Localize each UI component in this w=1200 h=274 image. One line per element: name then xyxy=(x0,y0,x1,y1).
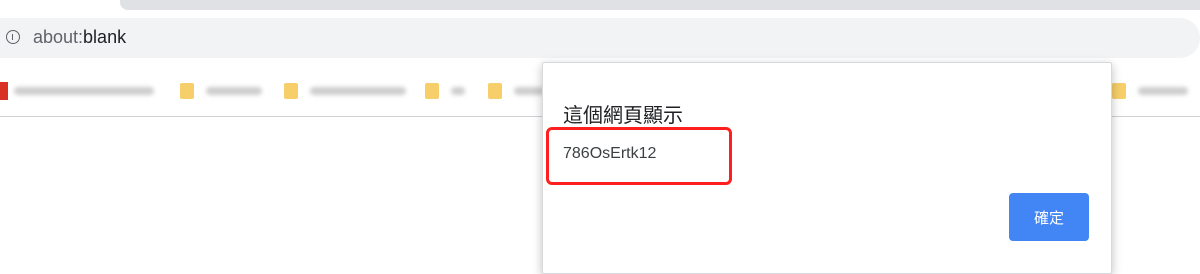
bookmark-label-blurred xyxy=(514,87,544,95)
bookmark-2[interactable] xyxy=(180,82,262,100)
folder-icon xyxy=(488,83,502,99)
alert-dialog: 這個網頁顯示 786OsErtk12 確定 xyxy=(542,62,1112,274)
dialog-message: 786OsErtk12 xyxy=(563,145,657,162)
url-scheme: about: xyxy=(33,27,84,47)
bookmark-favicon-icon xyxy=(0,82,8,100)
bookmark-label-blurred xyxy=(14,87,154,95)
bookmark-5[interactable] xyxy=(488,82,544,100)
bookmark-label-blurred xyxy=(1138,87,1188,95)
address-bar[interactable]: about:blank xyxy=(0,18,1200,58)
url-host: blank xyxy=(83,27,127,47)
folder-icon xyxy=(1112,83,1126,99)
info-icon[interactable] xyxy=(6,30,20,44)
dialog-title: 這個網頁顯示 xyxy=(563,103,683,127)
tab-background xyxy=(120,0,1200,10)
bookmark-1[interactable] xyxy=(0,82,154,100)
ok-button[interactable]: 確定 xyxy=(1009,193,1089,241)
bookmark-label-blurred xyxy=(206,87,262,95)
bookmark-4[interactable] xyxy=(425,82,465,100)
folder-icon xyxy=(425,83,439,99)
folder-icon xyxy=(284,83,298,99)
bookmark-6[interactable] xyxy=(1112,82,1188,100)
bookmark-label-blurred xyxy=(451,87,465,95)
bookmark-label-blurred xyxy=(310,87,406,95)
bookmark-3[interactable] xyxy=(284,82,406,100)
tab-strip xyxy=(0,0,1200,14)
url-text[interactable]: about:blank xyxy=(33,27,126,48)
folder-icon xyxy=(180,83,194,99)
